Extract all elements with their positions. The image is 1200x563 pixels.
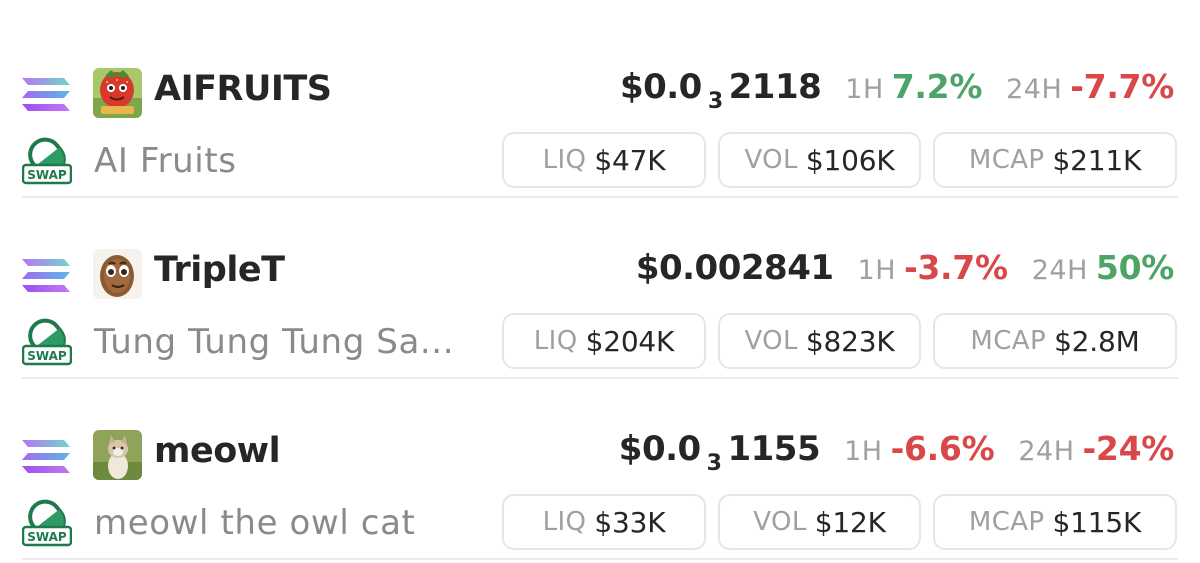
change-24h: 50% xyxy=(1095,248,1174,287)
wooden-figure-avatar xyxy=(93,249,142,299)
strawberry-character-avatar xyxy=(93,68,142,118)
liquidity-badge[interactable]: LIQ $204K xyxy=(502,313,706,369)
token-symbol: AIFRUITS xyxy=(154,69,332,109)
svg-text:SWAP: SWAP xyxy=(27,349,67,363)
solana-icon xyxy=(22,259,70,292)
cat-avatar xyxy=(93,430,142,480)
timeframe-24h-label: 24H xyxy=(1018,436,1075,467)
liquidity-badge[interactable]: LIQ $47K xyxy=(502,132,706,188)
timeframe-1h-label: 1H xyxy=(857,255,896,286)
solana-icon xyxy=(22,78,70,111)
market-cap-badge[interactable]: MCAP $115K xyxy=(933,494,1177,550)
price-zero-count: 3 xyxy=(706,451,722,476)
price-zero-count: 3 xyxy=(707,89,723,114)
timeframe-1h-label: 1H xyxy=(844,436,883,467)
swap-icon: SWAP xyxy=(22,137,72,185)
solana-icon xyxy=(22,440,70,473)
token-name: meowl the owl cat xyxy=(94,503,416,543)
market-cap-badge[interactable]: MCAP $2.8M xyxy=(933,313,1177,369)
price-line: $0.0 3 1155 1H -6.6% 24H -24% xyxy=(618,429,1175,479)
token-name: AI Fruits xyxy=(94,141,237,181)
token-name: Tung Tung Tung Sa... xyxy=(94,322,455,362)
change-24h: -24% xyxy=(1082,429,1175,468)
timeframe-1h-label: 1H xyxy=(845,74,884,105)
price-line: $0.0 3 2118 1H 7.2% 24H -7.7% xyxy=(620,67,1174,117)
svg-text:SWAP: SWAP xyxy=(27,168,67,182)
token-price: $0.002841 xyxy=(635,248,834,288)
market-cap-badge[interactable]: MCAP $211K xyxy=(933,132,1177,188)
volume-badge[interactable]: VOL $106K xyxy=(718,132,921,188)
change-24h: -7.7% xyxy=(1070,67,1174,106)
liquidity-badge[interactable]: LIQ $33K xyxy=(502,494,706,550)
change-1h: -3.7% xyxy=(904,248,1008,287)
volume-badge[interactable]: VOL $12K xyxy=(718,494,921,550)
swap-icon: SWAP xyxy=(22,318,72,366)
token-row-meowl[interactable]: SWAP meowl meowl the owl cat $0.0 3 1155 1… xyxy=(0,379,1200,560)
timeframe-24h-label: 24H xyxy=(1031,255,1088,286)
token-symbol: meowl xyxy=(154,431,281,471)
token-price: $0.0 3 1155 xyxy=(618,429,821,476)
row-divider xyxy=(22,558,1178,560)
token-price: $0.0 3 2118 xyxy=(619,67,822,114)
svg-text:SWAP: SWAP xyxy=(27,530,67,544)
change-1h: -6.6% xyxy=(890,429,995,468)
timeframe-24h-label: 24H xyxy=(1006,74,1063,105)
token-symbol: TripleT xyxy=(154,250,285,290)
price-line: $0.002841 1H -3.7% 24H 50% xyxy=(636,248,1174,298)
change-1h: 7.2% xyxy=(891,67,983,106)
swap-icon: SWAP xyxy=(22,499,72,547)
volume-badge[interactable]: VOL $823K xyxy=(718,313,921,369)
token-row-triplet[interactable]: SWAP TripleT Tung Tung Tung Sa... $0.002… xyxy=(0,198,1200,379)
token-row-aifruits[interactable]: SWAP AIFRUITS AI Fruits $0.0 3 2118 1H 7.2… xyxy=(0,17,1200,198)
